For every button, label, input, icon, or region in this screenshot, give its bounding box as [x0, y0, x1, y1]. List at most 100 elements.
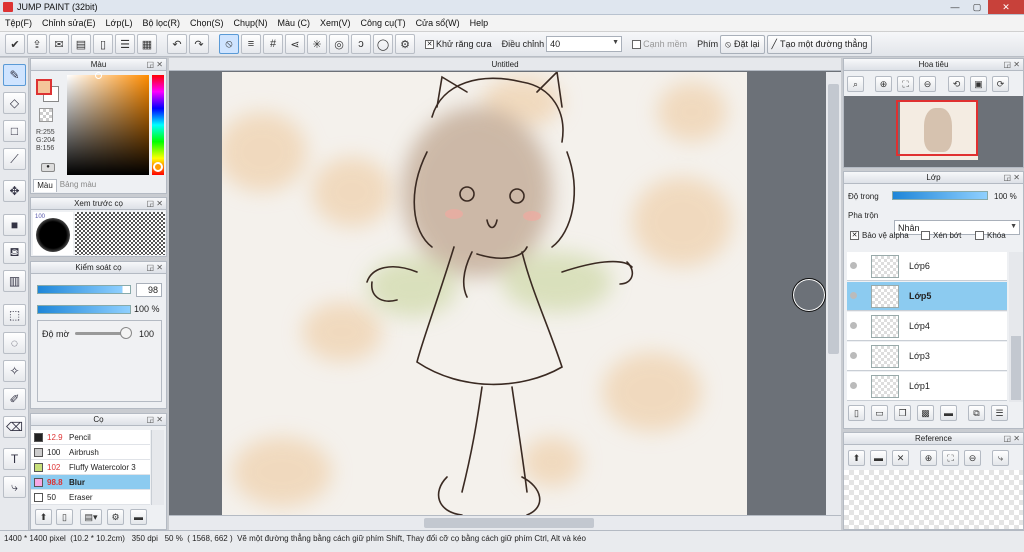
menu-capture[interactable]: Chụp(N)	[229, 18, 273, 28]
panel-controls-icon[interactable]: ◲ ✕	[1004, 433, 1020, 445]
menu-layer[interactable]: Lớp(L)	[101, 18, 138, 28]
copy-layer-icon[interactable]: ❐	[894, 405, 911, 421]
reference-eyedropper-icon[interactable]: ⤷	[992, 450, 1009, 466]
reference-upload-icon[interactable]: ⬆	[848, 450, 865, 466]
circle-ruler-icon[interactable]: ◯	[373, 34, 393, 54]
foreground-color-swatch[interactable]	[36, 79, 52, 95]
panel-controls-icon[interactable]: ◲ ✕	[1004, 172, 1020, 184]
layer-opacity-slider[interactable]	[892, 191, 988, 200]
rect-select-icon[interactable]: ⬚	[3, 304, 26, 326]
menu-select[interactable]: Chọn(S)	[185, 18, 229, 28]
brush-folder-icon[interactable]: ▬	[130, 509, 147, 525]
reference-fit-icon[interactable]: ⛶	[942, 450, 959, 466]
close-button[interactable]: ✕	[988, 0, 1024, 14]
parallel-ruler-icon[interactable]: ≡	[241, 34, 261, 54]
reset-rotation-icon[interactable]: ▣	[970, 76, 987, 92]
comment-icon[interactable]: ✉	[49, 34, 69, 54]
reference-zoom-out-icon[interactable]: ⊖	[964, 450, 981, 466]
reference-folder-icon[interactable]: ▬	[870, 450, 887, 466]
ruler-off-icon[interactable]: ⦸	[219, 34, 239, 54]
new-brush-icon[interactable]: ▯	[56, 509, 73, 525]
menu-tools[interactable]: Công cụ(T)	[356, 18, 411, 28]
tab-color[interactable]: Màu	[33, 179, 57, 192]
panel-controls-icon[interactable]: ◲ ✕	[147, 59, 163, 71]
navigator-viewport-frame[interactable]	[896, 100, 978, 156]
brush-size-input[interactable]: 98	[136, 283, 162, 297]
layers-scroll-thumb[interactable]	[1011, 336, 1021, 400]
radial-ruler-icon[interactable]: ✳	[307, 34, 327, 54]
redo-icon[interactable]: ↷	[189, 34, 209, 54]
canvas-horizontal-scrollbar[interactable]	[169, 515, 841, 530]
brush-item-airbrush[interactable]: 100 Airbrush	[31, 445, 150, 460]
curve-ruler-icon[interactable]: ↄ	[351, 34, 371, 54]
brush-tool-icon[interactable]: ✎	[3, 64, 26, 86]
visibility-icon[interactable]	[850, 352, 857, 359]
grid-icon[interactable]: ▦	[137, 34, 157, 54]
layer-item[interactable]: Lớp4	[847, 312, 1007, 341]
layer-folder-icon[interactable]: ▬	[940, 405, 957, 421]
reference-zoom-in-icon[interactable]: ⊕	[920, 450, 937, 466]
brush-item-pencil[interactable]: 12.9 Pencil	[31, 430, 150, 445]
zoom-in-icon[interactable]: ⊕	[875, 76, 892, 92]
maximize-button[interactable]: ▢	[966, 0, 988, 14]
protect-alpha-checkbox[interactable]: ✕	[850, 231, 859, 240]
ruler-settings-icon[interactable]: ⚙	[395, 34, 415, 54]
eraser-tool-icon[interactable]: ◇	[3, 92, 26, 114]
reference-view[interactable]	[844, 470, 1023, 529]
menu-edit[interactable]: Chỉnh sửa(E)	[37, 18, 101, 28]
concentric-ruler-icon[interactable]: ◎	[329, 34, 349, 54]
new-layer-folder-icon[interactable]: ▭	[871, 405, 888, 421]
grid-ruler-icon[interactable]: #	[263, 34, 283, 54]
menu-color[interactable]: Màu (C)	[273, 18, 316, 28]
fit-icon[interactable]: ⛶	[897, 76, 914, 92]
zoom-search-icon[interactable]: ⌕	[847, 76, 864, 92]
navigator-preview[interactable]	[844, 96, 1023, 167]
minimize-button[interactable]: —	[944, 0, 966, 14]
canvas-vertical-scrollbar[interactable]	[826, 72, 841, 515]
text-tool-icon[interactable]: T	[3, 448, 26, 470]
vertical-scroll-thumb[interactable]	[828, 84, 839, 354]
move-tool-icon[interactable]: ✥	[3, 180, 26, 202]
message-icon[interactable]: ▤	[71, 34, 91, 54]
visibility-icon[interactable]	[850, 262, 857, 269]
density-thumb[interactable]	[120, 327, 132, 339]
panel-controls-icon[interactable]: ◲ ✕	[147, 198, 163, 210]
line-tool-icon[interactable]: ⟋	[3, 148, 26, 170]
bucket-tool-icon[interactable]: ⛾	[3, 242, 26, 264]
export-icon[interactable]: ⇪	[27, 34, 47, 54]
menu-filter[interactable]: Bộ lọc(R)	[137, 18, 185, 28]
visibility-icon[interactable]	[850, 292, 857, 299]
brush-list-scrollbar[interactable]	[151, 430, 164, 505]
brush-item-watercolor[interactable]: 102 Fluffy Watercolor 3	[31, 460, 150, 475]
eyedropper-tool-icon[interactable]: ⤷	[3, 476, 26, 498]
rectangle-tool-icon[interactable]: □	[3, 120, 26, 142]
transparent-color-icon[interactable]	[39, 108, 53, 122]
menu-view[interactable]: Xem(V)	[315, 18, 356, 28]
drawing-canvas[interactable]	[222, 72, 747, 515]
rotate-left-icon[interactable]: ⟲	[948, 76, 965, 92]
brush-settings-icon[interactable]: ⚙	[107, 509, 124, 525]
lock-checkbox[interactable]	[975, 231, 984, 240]
merge-layer-icon[interactable]: ⧉	[968, 405, 985, 421]
camera-icon[interactable]: ●	[41, 163, 55, 172]
brush-download-icon[interactable]: ⬆	[35, 509, 52, 525]
layer-item-selected[interactable]: Lớp5	[847, 282, 1007, 311]
panel-controls-icon[interactable]: ◲ ✕	[147, 414, 163, 426]
canvas-tab[interactable]: Untitled	[169, 58, 841, 71]
layer-item[interactable]: Lớp1	[847, 372, 1007, 401]
saturation-value-picker[interactable]	[67, 75, 149, 175]
list-icon[interactable]: ☰	[115, 34, 135, 54]
menu-window[interactable]: Cửa sổ(W)	[411, 18, 465, 28]
document-icon[interactable]: ▯	[93, 34, 113, 54]
clip-checkbox[interactable]	[921, 231, 930, 240]
magic-wand-icon[interactable]: ✧	[3, 360, 26, 382]
reset-button[interactable]: ⦸ Đặt lại	[720, 34, 765, 54]
brush-item-blur[interactable]: 98.8 Blur	[31, 475, 150, 490]
hue-cursor[interactable]	[153, 162, 163, 172]
antialias-checkbox[interactable]: ✕	[425, 39, 434, 49]
panel-controls-icon[interactable]: ◲ ✕	[147, 262, 163, 274]
straight-line-button[interactable]: ╱ Tạo một đường thẳng	[766, 34, 873, 54]
horizontal-scroll-thumb[interactable]	[424, 518, 594, 528]
layer-item[interactable]: Lớp6	[847, 252, 1007, 281]
gradient-tool-icon[interactable]: ▥	[3, 270, 26, 292]
